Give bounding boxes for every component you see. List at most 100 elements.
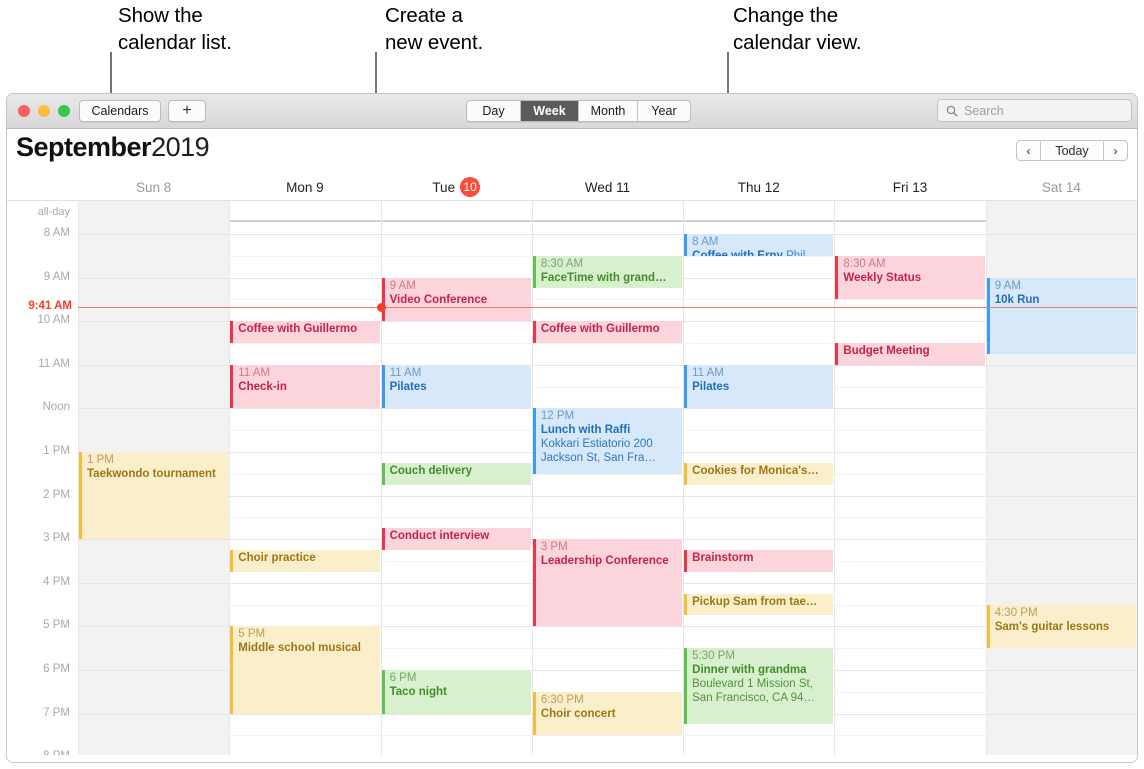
view-tab-day[interactable]: Day	[467, 101, 521, 121]
day-header-6[interactable]: Sat 14	[986, 174, 1137, 200]
calendar-event[interactable]: 11 AM Pilates	[381, 364, 531, 409]
day-column-3[interactable]	[531, 222, 683, 762]
hour-label-11: 7 PM	[43, 706, 70, 719]
event-time: 11 AM	[389, 366, 422, 379]
calendar-event[interactable]: 12 PM Lunch with Raffi Kokkari Estiatorio …	[532, 408, 683, 474]
calendar-event[interactable]: 1 PM Taekwondo tournament	[79, 452, 229, 540]
callout-change-calendar-view: Change the calendar view.	[733, 4, 862, 54]
view-tab-year[interactable]: Year	[638, 101, 690, 121]
all-day-cell-5[interactable]	[834, 201, 985, 223]
event-title: Dinner with grandma	[692, 664, 807, 677]
previous-week-button[interactable]: ‹	[1016, 140, 1041, 161]
day-header-4[interactable]: Thu 12	[683, 174, 834, 200]
calendar-event[interactable]: Budget Meeting	[835, 343, 985, 365]
calendar-event[interactable]: 5:30 PM Dinner with grandma Boulevard 1 Mi…	[684, 648, 834, 725]
next-week-button[interactable]: ›	[1103, 140, 1128, 161]
add-event-button[interactable]: +	[168, 100, 206, 122]
calendar-event[interactable]: 9 AM Video Conference	[381, 277, 531, 322]
calendar-event[interactable]: 4:30 PM Sam's guitar lessons	[986, 604, 1136, 649]
day-header-label: Fri 13	[892, 179, 928, 195]
hour-label-9: 5 PM	[43, 619, 70, 632]
minimize-button[interactable]	[38, 105, 50, 117]
event-title: Lunch with Raffi	[540, 424, 631, 437]
calendars-button[interactable]: Calendars	[79, 100, 161, 122]
all-day-row: all-day	[7, 200, 1137, 223]
calendar-window: Calendars + Day Week Month Year Search S…	[6, 93, 1138, 763]
calendar-event[interactable]: 8:30 AM Weekly Status	[835, 255, 985, 300]
date-navigation[interactable]: ‹ Today ›	[1016, 140, 1128, 161]
calendar-event[interactable]: 11 AM Check-in	[230, 364, 380, 409]
all-day-cell-0[interactable]	[78, 201, 230, 223]
day-header-label: Thu 12	[737, 179, 780, 195]
search-placeholder: Search	[964, 103, 1004, 118]
all-day-cell-4[interactable]	[683, 201, 834, 223]
event-title: Coffee with Guillermo	[540, 323, 660, 336]
event-title: Pickup Sam from tae…	[692, 595, 818, 608]
event-time: 5 PM	[238, 628, 266, 641]
calendar-event[interactable]: Pickup Sam from tae…	[684, 593, 834, 616]
all-day-label: all-day	[7, 201, 78, 223]
event-title: Brainstorm	[692, 552, 754, 565]
day-column-5[interactable]	[834, 222, 985, 762]
calendar-event[interactable]: 9 AM 10k Run	[986, 277, 1136, 354]
event-location: Kokkari Estiatorio 200 Jackson St, San F…	[540, 438, 656, 465]
event-title: Taekwondo tournament	[87, 468, 216, 480]
event-title: Budget Meeting	[843, 345, 930, 357]
title-year: 2019	[151, 132, 210, 162]
day-header-0[interactable]: Sun 8	[78, 174, 229, 200]
calendar-event[interactable]: 5 PM Middle school musical	[230, 626, 380, 714]
half-hour-gridline	[78, 735, 1137, 737]
callout-annotations: Show the calendar list. Create a new eve…	[0, 0, 1144, 110]
search-field[interactable]: Search	[937, 99, 1132, 122]
view-segmented-control[interactable]: Day Week Month Year	[466, 100, 691, 122]
view-tab-month[interactable]: Month	[579, 101, 638, 121]
day-header-label: Sat 14	[1041, 179, 1081, 195]
calendar-event[interactable]: 6:30 PM Choir concert	[532, 691, 683, 736]
day-header-label: Sun 8	[136, 179, 172, 195]
calendar-event[interactable]: Coffee with Guillermo	[230, 321, 380, 343]
calendar-event[interactable]: Choir practice	[230, 550, 380, 572]
day-header-1[interactable]: Mon 9	[229, 174, 380, 200]
all-day-cell-3[interactable]	[531, 201, 683, 223]
event-title: Check-in	[238, 380, 287, 393]
day-header-2[interactable]: Tue 10	[381, 174, 532, 200]
event-time: 6:30 PM	[540, 693, 584, 706]
today-button[interactable]: Today	[1041, 140, 1103, 161]
half-hour-gridline	[78, 299, 1137, 301]
view-tab-week[interactable]: Week	[521, 101, 579, 121]
calendar-event[interactable]: 8:30 AM FaceTime with grand…	[532, 255, 683, 289]
current-time-line	[78, 307, 1137, 309]
calendar-event[interactable]: 8 AMCoffee with Erny Phil…	[684, 234, 834, 256]
day-header-label: Mon 9	[286, 179, 324, 195]
current-time-dot	[376, 303, 386, 313]
calendar-event[interactable]: Brainstorm	[684, 550, 834, 572]
hour-label-10: 6 PM	[43, 663, 70, 675]
event-time: 9 AM	[994, 279, 1021, 292]
event-title: Choir practice	[238, 552, 316, 565]
all-day-cell-1[interactable]	[229, 201, 380, 223]
calendar-event[interactable]: 3 PM Leadership Conference	[532, 539, 683, 627]
all-day-cell-6[interactable]	[985, 201, 1137, 223]
close-button[interactable]	[18, 105, 30, 117]
event-title: Pilates	[692, 380, 730, 393]
time-gutter: 8 AM 9 AM 10 AM 11 AM Noon 1 PM 2 PM 3 PM 4 PM 5 …	[7, 222, 78, 762]
event-time: 1 PM	[87, 454, 114, 466]
maximize-button[interactable]	[58, 105, 70, 117]
calendar-event[interactable]: Conduct interview	[381, 528, 531, 551]
calendar-event[interactable]: Couch delivery	[381, 462, 531, 485]
event-title: Leadership Conference	[540, 555, 669, 568]
calendar-event[interactable]: Cookies for Monica's…	[684, 462, 834, 485]
day-header-3[interactable]: Wed 11	[532, 174, 683, 200]
hour-label-8: 4 PM	[43, 575, 70, 588]
calendar-event[interactable]: Coffee with Guillermo	[532, 321, 683, 343]
day-header-5[interactable]: Fri 13	[834, 174, 985, 200]
callout-create-new-event: Create a new event.	[385, 4, 484, 54]
event-title: Choir concert	[540, 707, 616, 720]
event-time: 9 AM	[389, 279, 416, 292]
all-day-cell-2[interactable]	[380, 201, 532, 223]
event-time: 11 AM	[238, 366, 271, 379]
week-grid[interactable]: 8 AM 9 AM 10 AM 11 AM Noon 1 PM 2 PM 3 PM 4 PM 5 …	[7, 222, 1137, 762]
event-time: 4:30 PM	[994, 606, 1038, 619]
calendar-event[interactable]: 11 AM Pilates	[684, 364, 834, 409]
calendar-event[interactable]: 6 PM Taco night	[381, 670, 531, 714]
